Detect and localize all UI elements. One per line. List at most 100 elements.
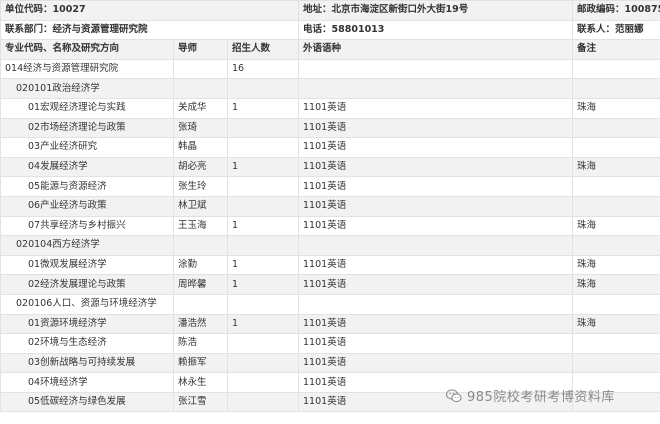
language-cell bbox=[298, 293, 574, 315]
language-cell bbox=[298, 78, 574, 99]
language-cell: 1101英语 bbox=[298, 117, 574, 139]
count-cell: 1 bbox=[226, 215, 300, 237]
table-row: 01微观发展经济学 涂勤 1 1101英语 珠海 bbox=[0, 254, 660, 276]
count-cell bbox=[226, 333, 300, 354]
major-cell: 03创新战略与可持续发展 bbox=[0, 352, 174, 374]
major-cell: 03产业经济研究 bbox=[0, 137, 174, 158]
col-header-note: 备注 bbox=[572, 39, 660, 60]
language-cell: 1101英语 bbox=[298, 97, 574, 119]
major-cell: 020106人口、资源与环境经济学 bbox=[0, 293, 174, 315]
count-cell bbox=[226, 195, 300, 217]
note-cell bbox=[572, 117, 660, 139]
language-cell: 1101英语 bbox=[298, 333, 574, 354]
note-cell bbox=[572, 333, 660, 354]
department: 联系部门：经济与资源管理研究院 bbox=[0, 19, 300, 41]
tutor-cell: 涂勤 bbox=[173, 254, 228, 276]
tutor-cell: 周晔馨 bbox=[173, 274, 228, 295]
note-cell: 珠海 bbox=[572, 274, 660, 295]
count-cell: 1 bbox=[226, 274, 300, 295]
watermark: 985院校考研考博资料库 bbox=[446, 386, 615, 405]
language-cell: 1101英语 bbox=[298, 313, 574, 335]
table-row: 020106人口、资源与环境经济学 bbox=[0, 293, 660, 315]
language-cell: 1101英语 bbox=[298, 156, 574, 178]
note-cell: 珠海 bbox=[572, 254, 660, 276]
note-cell: 珠海 bbox=[572, 313, 660, 335]
tutor-cell: 张江雪 bbox=[173, 391, 228, 413]
tutor-cell: 张琦 bbox=[173, 117, 228, 139]
table-row: 02经济发展理论与政策 周晔馨 1 1101英语 珠海 bbox=[0, 274, 660, 295]
postcode: 邮政编码：100875 bbox=[572, 0, 660, 21]
table-row: 03创新战略与可持续发展 赖振军 1101英语 bbox=[0, 352, 660, 374]
major-cell: 01宏观经济理论与实践 bbox=[0, 97, 174, 119]
major-cell: 05能源与资源经济 bbox=[0, 176, 174, 197]
tutor-cell: 陈浩 bbox=[173, 333, 228, 354]
table-row: 01资源环境经济学 潘浩然 1 1101英语 珠海 bbox=[0, 313, 660, 335]
count-cell bbox=[226, 352, 300, 374]
column-header-row: 专业代码、名称及研究方向 导师 招生人数 外语语种 备注 bbox=[0, 39, 660, 60]
note-cell bbox=[572, 137, 660, 158]
info-row-2: 联系部门：经济与资源管理研究院 电话：58801013 联系人：范丽娜 bbox=[0, 19, 660, 41]
count-cell: 1 bbox=[226, 254, 300, 276]
count-cell bbox=[226, 391, 300, 413]
tutor-cell bbox=[173, 235, 228, 256]
major-cell: 04发展经济学 bbox=[0, 156, 174, 178]
tutor-cell: 赖振军 bbox=[173, 352, 228, 374]
note-cell bbox=[572, 58, 660, 80]
table-row: 020104西方经济学 bbox=[0, 235, 660, 256]
col-header-tutor: 导师 bbox=[173, 39, 228, 60]
count-cell bbox=[226, 293, 300, 315]
table-row: 02环境与生态经济 陈浩 1101英语 bbox=[0, 333, 660, 354]
tutor-cell: 张生玲 bbox=[173, 176, 228, 197]
admissions-table: 单位代码：10027 地址：北京市海淀区新街口外大街19号 邮政编码：10087… bbox=[0, 0, 660, 413]
major-cell: 020101政治经济学 bbox=[0, 78, 174, 99]
note-cell: 珠海 bbox=[572, 97, 660, 119]
major-cell: 06产业经济与政策 bbox=[0, 195, 174, 217]
language-cell: 1101英语 bbox=[298, 176, 574, 197]
tutor-cell: 韩晶 bbox=[173, 137, 228, 158]
language-cell: 1101英语 bbox=[298, 137, 574, 158]
contact: 联系人：范丽娜 bbox=[572, 19, 660, 41]
language-cell bbox=[298, 58, 574, 80]
major-cell: 01微观发展经济学 bbox=[0, 254, 174, 276]
count-cell bbox=[226, 78, 300, 99]
address: 地址：北京市海淀区新街口外大街19号 bbox=[298, 0, 574, 21]
tutor-cell: 关成华 bbox=[173, 97, 228, 119]
table-row: 02市场经济理论与政策 张琦 1101英语 bbox=[0, 117, 660, 139]
language-cell: 1101英语 bbox=[298, 352, 574, 374]
language-cell: 1101英语 bbox=[298, 274, 574, 295]
note-cell bbox=[572, 78, 660, 99]
major-cell: 04环境经济学 bbox=[0, 372, 174, 393]
major-cell: 014经济与资源管理研究院 bbox=[0, 58, 174, 80]
language-cell: 1101英语 bbox=[298, 195, 574, 217]
major-cell: 05低碳经济与绿色发展 bbox=[0, 391, 174, 413]
tutor-cell bbox=[173, 58, 228, 80]
language-cell bbox=[298, 235, 574, 256]
col-header-language: 外语语种 bbox=[298, 39, 574, 60]
count-cell bbox=[226, 235, 300, 256]
count-cell bbox=[226, 176, 300, 197]
major-cell: 020104西方经济学 bbox=[0, 235, 174, 256]
tutor-cell bbox=[173, 78, 228, 99]
major-cell: 07共享经济与乡村振兴 bbox=[0, 215, 174, 237]
count-cell bbox=[226, 137, 300, 158]
major-cell: 02环境与生态经济 bbox=[0, 333, 174, 354]
tutor-cell: 林永生 bbox=[173, 372, 228, 393]
count-cell: 1 bbox=[226, 156, 300, 178]
count-cell bbox=[226, 372, 300, 393]
count-cell bbox=[226, 117, 300, 139]
tutor-cell: 王玉海 bbox=[173, 215, 228, 237]
table-row: 014经济与资源管理研究院 16 bbox=[0, 58, 660, 80]
major-cell: 02经济发展理论与政策 bbox=[0, 274, 174, 295]
tutor-cell: 林卫斌 bbox=[173, 195, 228, 217]
note-cell bbox=[572, 235, 660, 256]
note-cell: 珠海 bbox=[572, 156, 660, 178]
col-header-major: 专业代码、名称及研究方向 bbox=[0, 39, 174, 60]
major-cell: 02市场经济理论与政策 bbox=[0, 117, 174, 139]
note-cell bbox=[572, 195, 660, 217]
unit-code: 单位代码：10027 bbox=[0, 0, 300, 21]
table-row: 03产业经济研究 韩晶 1101英语 bbox=[0, 137, 660, 158]
table-row: 020101政治经济学 bbox=[0, 78, 660, 99]
language-cell: 1101英语 bbox=[298, 215, 574, 237]
table-row: 01宏观经济理论与实践 关成华 1 1101英语 珠海 bbox=[0, 97, 660, 119]
note-cell bbox=[572, 352, 660, 374]
